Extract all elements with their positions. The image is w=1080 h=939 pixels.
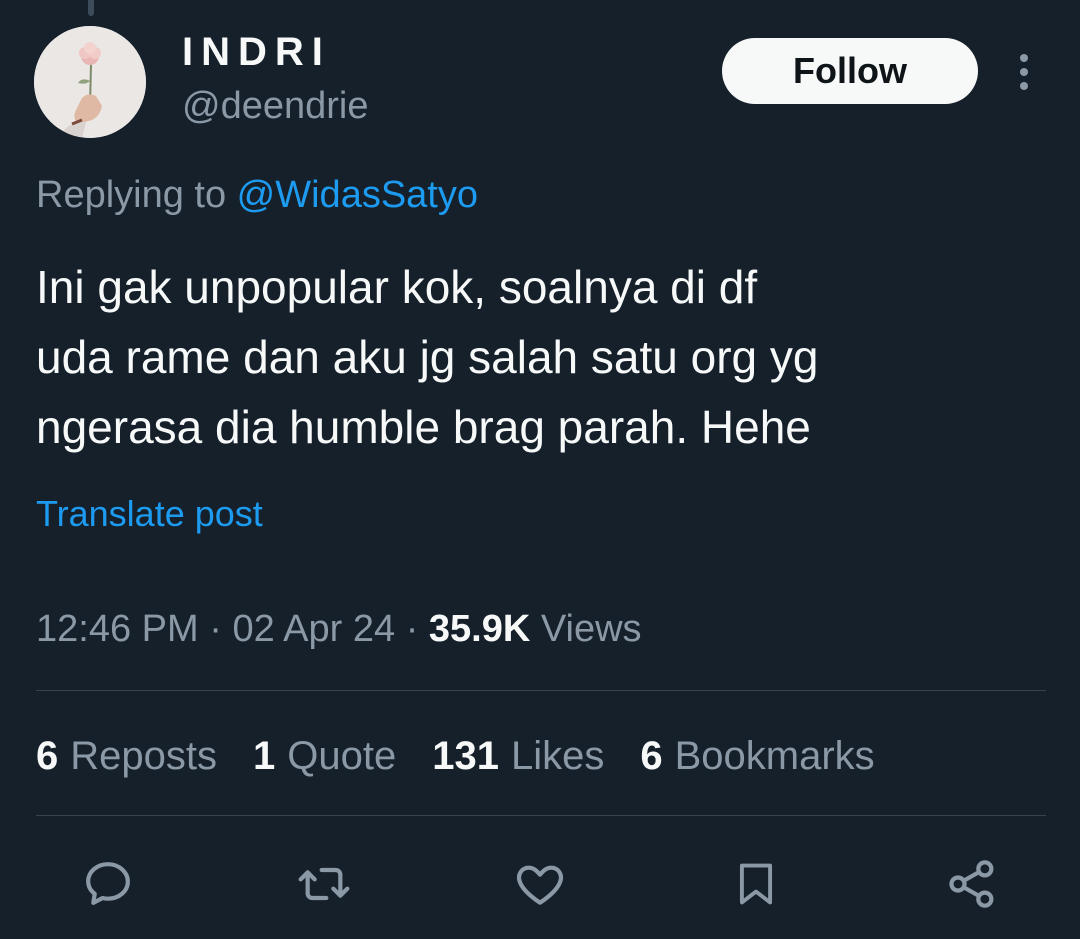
- bookmark-button[interactable]: [724, 852, 788, 916]
- divider: [36, 815, 1046, 816]
- stat-count: 6: [640, 734, 663, 778]
- stat-reposts[interactable]: 6 Reposts: [36, 732, 217, 780]
- stat-label: Likes: [510, 734, 605, 778]
- share-button[interactable]: [940, 852, 1004, 916]
- tweet-text: Ini gak unpopular kok, soalnya di df uda…: [36, 252, 1036, 462]
- follow-button[interactable]: Follow: [722, 38, 978, 104]
- share-icon: [949, 860, 994, 908]
- stat-likes[interactable]: 131 Likes: [432, 732, 604, 780]
- stat-label: Quote: [287, 734, 397, 778]
- divider: [36, 690, 1046, 691]
- tweet-time[interactable]: 12:46 PM: [36, 608, 199, 650]
- reply-button[interactable]: [76, 852, 140, 916]
- reply-mention-link[interactable]: @WidasSatyo: [237, 174, 478, 216]
- stat-bookmarks[interactable]: 6 Bookmarks: [640, 732, 874, 780]
- tweet-date[interactable]: 02 Apr 24: [232, 608, 395, 650]
- tweet-meta: 12:46 PM · 02 Apr 24 · 35.9K Views: [36, 606, 642, 652]
- thread-connector-line: [88, 0, 94, 16]
- translate-post-link[interactable]: Translate post: [36, 492, 263, 536]
- stat-quotes[interactable]: 1 Quote: [253, 732, 396, 780]
- like-button[interactable]: [508, 852, 572, 916]
- engagement-stats: 6 Reposts 1 Quote 131 Likes 6 Bookmarks: [36, 732, 911, 780]
- avatar[interactable]: [34, 26, 146, 138]
- action-bar: [0, 852, 1080, 916]
- stat-label: Bookmarks: [674, 734, 875, 778]
- repost-icon: [298, 867, 350, 901]
- tweet-text-line: ngerasa dia humble brag parah. Hehe: [36, 401, 811, 453]
- reply-context: Replying to @WidasSatyo: [36, 172, 478, 218]
- author-handle[interactable]: @deendrie: [182, 84, 368, 128]
- more-options-button[interactable]: [1008, 50, 1040, 94]
- repost-button[interactable]: [292, 852, 356, 916]
- views-label: Views: [540, 608, 642, 650]
- meta-separator: ·: [405, 608, 419, 650]
- reply-icon: [86, 862, 130, 905]
- like-icon: [516, 865, 564, 905]
- more-vertical-icon: [1020, 54, 1028, 90]
- stat-count: 131: [432, 734, 499, 778]
- author-display-name[interactable]: INDRI: [182, 30, 331, 74]
- avatar-rose-in-hand-icon: [34, 26, 146, 138]
- stat-count: 6: [36, 734, 59, 778]
- meta-separator: ·: [209, 608, 222, 650]
- bookmark-icon: [739, 863, 773, 905]
- reply-context-prefix: Replying to: [36, 174, 237, 216]
- tweet-text-line: Ini gak unpopular kok, soalnya di df: [36, 261, 758, 313]
- tweet-text-line: uda rame dan aku jg salah satu org yg: [36, 331, 819, 383]
- views-count: 35.9K: [428, 608, 531, 650]
- stat-count: 1: [253, 734, 276, 778]
- stat-label: Reposts: [70, 734, 217, 778]
